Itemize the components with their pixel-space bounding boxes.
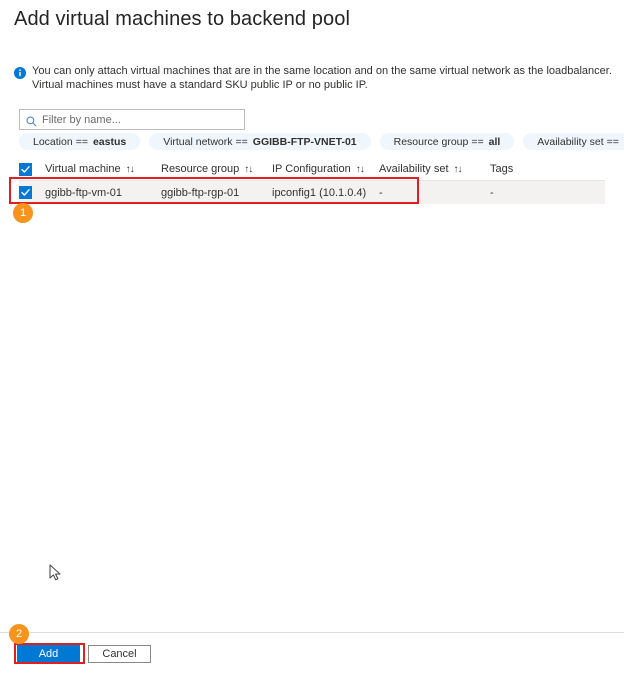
- filter-pill-location-op: ==: [75, 135, 88, 148]
- filter-pill-virtual-network-op: ==: [235, 135, 248, 148]
- add-button[interactable]: Add: [17, 645, 80, 663]
- column-header-tags[interactable]: Tags: [490, 163, 605, 175]
- cell-virtual-machine: ggibb-ftp-vm-01: [45, 186, 123, 199]
- info-banner: You can only attach virtual machines tha…: [14, 64, 612, 92]
- filter-pill-location-value: eastus: [92, 135, 127, 148]
- select-all-checkbox[interactable]: [19, 162, 32, 176]
- virtual-machines-table: Virtual machine ↑↓ Resource group ↑↓ IP …: [19, 158, 605, 204]
- column-header-availability-set-label: Availability set: [379, 163, 449, 175]
- annotation-step-badge-1: 1: [13, 203, 33, 223]
- cell-resource-group: ggibb-ftp-rgp-01: [161, 186, 240, 199]
- filter-pill-resource-group-op: ==: [471, 135, 484, 148]
- sort-arrows-icon[interactable]: ↑↓: [244, 164, 253, 175]
- filter-pill-virtual-network-key: Virtual network: [163, 135, 233, 148]
- filter-pill-availability-set-key: Availability set: [537, 135, 604, 148]
- search-icon: [26, 114, 37, 127]
- filter-pill-availability-set-op: ==: [606, 135, 619, 148]
- column-header-tags-label: Tags: [490, 163, 514, 175]
- column-header-ip-configuration-label: IP Configuration: [272, 163, 351, 175]
- filter-by-name-box[interactable]: [19, 109, 245, 130]
- annotation-step-badge-2: 2: [9, 624, 29, 644]
- add-vms-to-backend-pool-blade: Add virtual machines to backend pool You…: [0, 0, 624, 679]
- filter-pill-row: Location == eastus Virtual network == GG…: [19, 133, 624, 150]
- column-header-virtual-machine-label: Virtual machine: [45, 163, 121, 175]
- column-header-resource-group[interactable]: Resource group ↑↓: [161, 163, 272, 175]
- info-text: You can only attach virtual machines tha…: [32, 64, 612, 92]
- sort-arrows-icon[interactable]: ↑↓: [454, 164, 463, 175]
- filter-pill-resource-group-value: all: [488, 135, 501, 148]
- mouse-cursor: [49, 564, 63, 582]
- row-checkbox[interactable]: [19, 186, 32, 199]
- filter-pill-location-key: Location: [33, 135, 73, 148]
- search-input[interactable]: [42, 113, 238, 126]
- table-header-row: Virtual machine ↑↓ Resource group ↑↓ IP …: [19, 158, 605, 181]
- info-text-line-2: Virtual machines must have a standard SK…: [32, 79, 368, 91]
- sort-arrows-icon[interactable]: ↑↓: [356, 164, 365, 175]
- table-row[interactable]: ggibb-ftp-vm-01 ggibb-ftp-rgp-01 ipconfi…: [19, 181, 605, 204]
- column-header-resource-group-label: Resource group: [161, 163, 240, 175]
- cell-ip-configuration: ipconfig1 (10.1.0.4): [272, 186, 367, 199]
- filter-pill-virtual-network-value: GGIBB-FTP-VNET-01: [252, 135, 357, 148]
- column-header-availability-set[interactable]: Availability set ↑↓: [379, 163, 490, 175]
- cell-tags: -: [490, 186, 494, 199]
- select-all-checkbox-cell[interactable]: [19, 162, 45, 176]
- info-text-line-1: You can only attach virtual machines tha…: [32, 65, 612, 77]
- column-header-virtual-machine[interactable]: Virtual machine ↑↓: [45, 163, 161, 175]
- footer-actions: Add Cancel: [17, 645, 151, 663]
- filter-pill-virtual-network[interactable]: Virtual network == GGIBB-FTP-VNET-01: [149, 133, 371, 150]
- column-header-ip-configuration[interactable]: IP Configuration ↑↓: [272, 163, 379, 175]
- filter-pill-resource-group[interactable]: Resource group == all: [379, 133, 515, 150]
- footer-divider: [0, 632, 624, 633]
- row-checkbox-cell[interactable]: [19, 186, 45, 199]
- page-title: Add virtual machines to backend pool: [14, 8, 351, 30]
- cell-availability-set: -: [379, 186, 383, 199]
- info-circle-icon: [14, 66, 26, 79]
- filter-pill-location[interactable]: Location == eastus: [19, 133, 141, 150]
- filter-pill-availability-set[interactable]: Availability set == all: [523, 133, 624, 150]
- filter-pill-resource-group-key: Resource group: [393, 135, 469, 148]
- sort-arrows-icon[interactable]: ↑↓: [126, 164, 135, 175]
- cancel-button[interactable]: Cancel: [88, 645, 151, 663]
